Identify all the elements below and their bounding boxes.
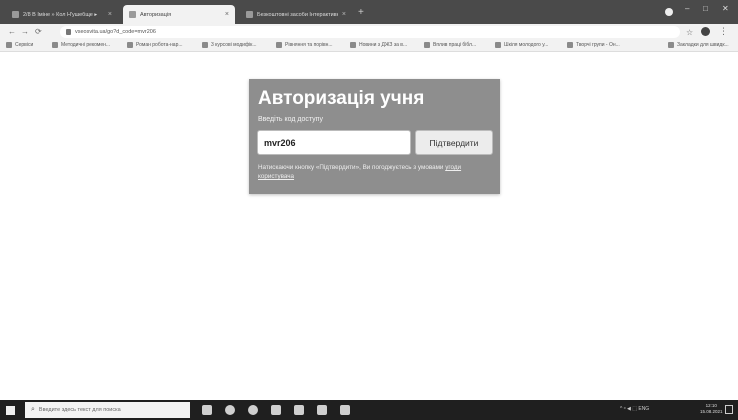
profile-icon[interactable] xyxy=(665,8,673,16)
account-icon[interactable] xyxy=(701,27,710,36)
bookmark-label: Рівняння та порівн... xyxy=(285,42,333,48)
taskbar-clock[interactable]: 12:10 15.08.2021 xyxy=(700,403,723,415)
bookmark-item[interactable]: Методичні рекомен... xyxy=(52,42,110,48)
lock-icon xyxy=(66,29,71,35)
taskbar-search[interactable]: ⌕ Введите здесь текст для поиска xyxy=(25,402,190,418)
maximize-icon[interactable]: □ xyxy=(703,4,708,13)
taskbar-search-placeholder: Введите здесь текст для поиска xyxy=(38,407,121,413)
bookmark-label: Закладки для швидк... xyxy=(677,42,729,48)
bookmark-item[interactable]: Рівняння та порівн... xyxy=(276,42,333,48)
bookmark-item[interactable]: Шкіля молодого у... xyxy=(495,42,548,48)
bookmark-item[interactable]: Вплив праці бібл... xyxy=(424,42,476,48)
folder-icon xyxy=(127,42,133,48)
back-icon[interactable]: ← xyxy=(8,27,16,37)
document-icon xyxy=(495,42,501,48)
reload-icon[interactable]: ⟳ xyxy=(35,27,42,37)
bookmark-label: Новини з ДЖЗ за в... xyxy=(359,42,408,48)
file-explorer-icon[interactable] xyxy=(294,405,304,415)
close-icon[interactable]: × xyxy=(225,11,229,18)
app-icon[interactable] xyxy=(271,405,281,415)
document-icon xyxy=(424,42,430,48)
tab-label: Безкоштовні засоби Інтерактивно... xyxy=(257,11,338,18)
bookmark-item[interactable]: Творчі групи - Он... xyxy=(567,42,620,48)
close-icon[interactable]: × xyxy=(108,11,112,18)
bookmark-item[interactable]: 3 курсові модифік... xyxy=(202,42,257,48)
chrome-profile-icon[interactable] xyxy=(248,405,258,415)
bookmark-label: Методичні рекомен... xyxy=(61,42,111,48)
minimize-icon[interactable]: – xyxy=(685,4,689,13)
close-icon[interactable]: × xyxy=(342,11,346,18)
system-tray[interactable]: ^ ᵒ ◀ ⬚ ENG xyxy=(620,406,649,412)
bookmark-label: Творчі групи - Он... xyxy=(576,42,620,48)
bookmark-label: Шкіля молодого у... xyxy=(504,42,549,48)
windows-start-icon[interactable] xyxy=(6,406,15,415)
tab-favicon-icon xyxy=(129,11,136,18)
clock-date: 15.08.2021 xyxy=(700,409,723,414)
bookmark-label: 3 курсові модифік... xyxy=(211,42,257,48)
terms-notice: Натискаючи кнопку «Підтвердити», Ви пого… xyxy=(258,163,494,181)
folder-icon xyxy=(52,42,58,48)
apps-icon xyxy=(6,42,12,48)
bookmark-star-icon[interactable]: ☆ xyxy=(686,28,693,37)
student-auth-card: Авторизація учня Введіть код доступу Під… xyxy=(249,79,500,194)
window-close-icon[interactable]: ✕ xyxy=(722,4,729,13)
bookmark-label: Роман робота-нар... xyxy=(136,42,183,48)
browser-toolbar: ← → ⟳ vseosvita.ua/go?d_code=mvr206 xyxy=(0,24,738,40)
url-text: vseosvita.ua/go?d_code=mvr206 xyxy=(75,29,156,35)
bookmarks-bar: Сервіси Методичні рекомен... Роман робот… xyxy=(0,40,738,52)
access-code-label: Введіть код доступу xyxy=(258,116,323,123)
task-view-icon[interactable] xyxy=(202,405,212,415)
taskbar: ⌕ Введите здесь текст для поиска ^ ᵒ ◀ ⬚… xyxy=(0,400,738,420)
tab-favicon-icon xyxy=(246,11,253,18)
confirm-button[interactable]: Підтвердити xyxy=(415,130,493,155)
access-code-input[interactable] xyxy=(257,130,411,155)
globe-icon xyxy=(350,42,356,48)
app-icon[interactable] xyxy=(317,405,327,415)
menu-icon[interactable]: ⋮ xyxy=(719,26,728,37)
address-bar[interactable]: vseosvita.ua/go?d_code=mvr206 xyxy=(60,26,680,38)
browser-tab-1[interactable]: 2/8 В Іміне » Кол Н'ушебще ▸ × xyxy=(6,5,118,24)
globe-icon xyxy=(276,42,282,48)
bookmark-label: Вплив праці бібл... xyxy=(433,42,477,48)
star-icon xyxy=(567,42,573,48)
page-title: Авторизація учня xyxy=(258,88,425,109)
forward-icon[interactable]: → xyxy=(21,27,29,37)
bookmark-item[interactable]: Новини з ДЖЗ за в... xyxy=(350,42,407,48)
bookmark-label: Сервіси xyxy=(15,42,34,48)
chrome-icon[interactable] xyxy=(225,405,235,415)
folder-icon xyxy=(202,42,208,48)
notifications-icon[interactable] xyxy=(725,405,733,414)
browser-titlebar: 2/8 В Іміне » Кол Н'ушебще ▸ × Авторизац… xyxy=(0,0,738,24)
bookmark-item[interactable]: Роман робота-нар... xyxy=(127,42,183,48)
tab-label: 2/8 В Іміне » Кол Н'ушебще ▸ xyxy=(23,11,98,18)
browser-tab-2[interactable]: Авторизація × xyxy=(123,5,235,24)
search-icon: ⌕ xyxy=(31,406,35,413)
bookmark-item[interactable]: Закладки для швидк... xyxy=(668,42,729,48)
terms-text: Натискаючи кнопку «Підтвердити», Ви пого… xyxy=(258,164,446,171)
folder-icon xyxy=(668,42,674,48)
tab-favicon-icon xyxy=(12,11,19,18)
new-tab-button[interactable]: + xyxy=(358,8,364,18)
browser-tab-3[interactable]: Безкоштовні засоби Інтерактивно... × xyxy=(240,5,352,24)
app-icon[interactable] xyxy=(340,405,350,415)
tab-label: Авторизація xyxy=(140,11,172,18)
bookmark-item[interactable]: Сервіси xyxy=(6,42,33,48)
